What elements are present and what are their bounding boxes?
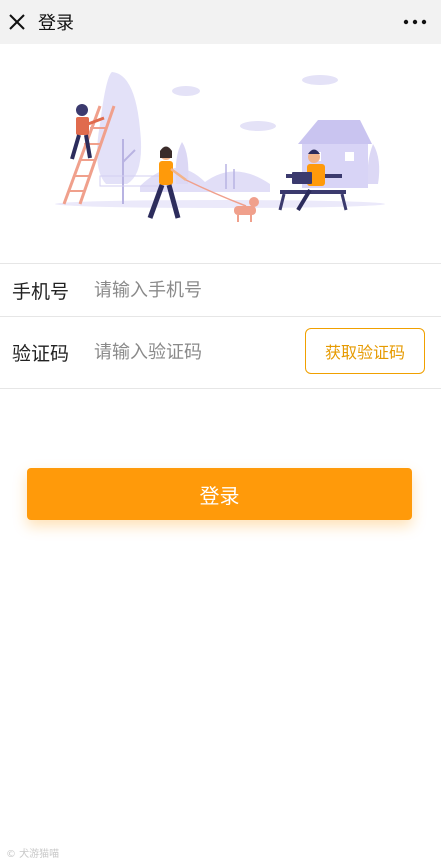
login-button[interactable]: 登录 — [27, 468, 412, 520]
phone-input[interactable] — [94, 279, 294, 301]
code-label: 验证码 — [12, 342, 70, 365]
page-title: 登录 — [38, 13, 74, 34]
more-icon — [403, 19, 427, 25]
navigation-bar: 登录 — [0, 0, 441, 44]
code-input[interactable] — [94, 341, 294, 363]
more-button[interactable] — [401, 8, 429, 36]
close-icon — [9, 14, 25, 30]
hero-illustration — [55, 72, 385, 222]
phone-row: 手机号 — [0, 264, 441, 316]
divider — [0, 388, 441, 389]
close-button[interactable] — [0, 0, 34, 44]
watermark: © 犬游猫喵 — [6, 849, 60, 860]
phone-label: 手机号 — [12, 280, 70, 303]
get-code-button[interactable]: 获取验证码 — [305, 328, 425, 374]
